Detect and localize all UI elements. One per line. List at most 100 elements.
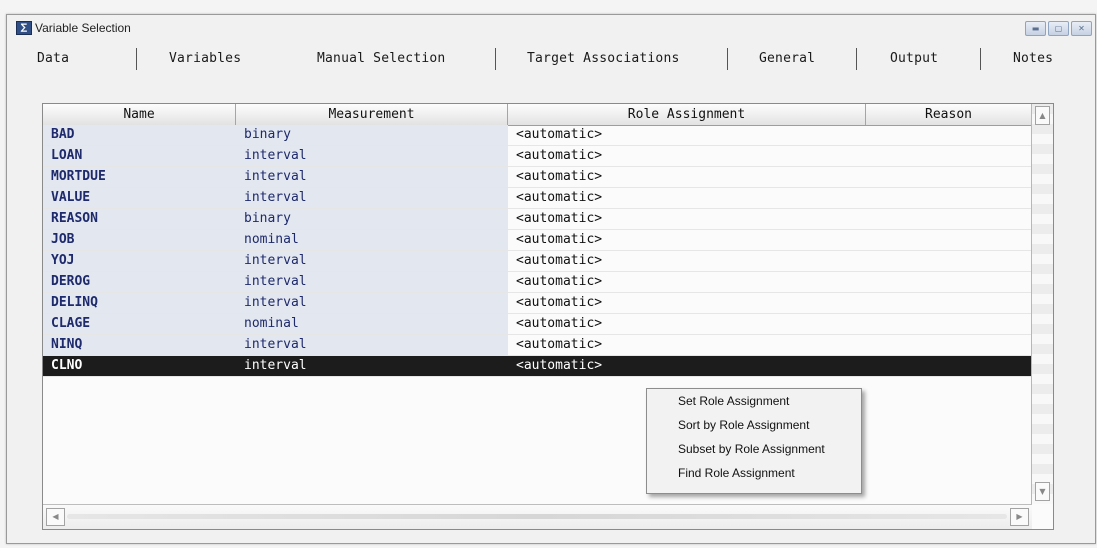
cell-measurement[interactable]: binary: [236, 209, 508, 229]
scroll-down-icon[interactable]: ▼: [1035, 482, 1050, 501]
cell-measurement[interactable]: nominal: [236, 314, 508, 334]
table-row[interactable]: DELINQ interval <automatic>: [43, 293, 1031, 314]
scroll-left-icon[interactable]: ◀: [46, 508, 65, 526]
cell-name[interactable]: YOJ: [43, 251, 236, 271]
variables-table: Name Measurement Role Assignment Reason …: [42, 103, 1054, 530]
tab-notes[interactable]: Notes: [1013, 51, 1053, 66]
cell-reason[interactable]: [866, 251, 1031, 271]
cell-measurement[interactable]: nominal: [236, 230, 508, 250]
tab-divider: [980, 48, 981, 70]
cell-reason[interactable]: [866, 188, 1031, 208]
column-header-measurement[interactable]: Measurement: [236, 104, 508, 125]
cell-name[interactable]: JOB: [43, 230, 236, 250]
cell-reason[interactable]: [866, 146, 1031, 166]
cell-measurement[interactable]: interval: [236, 146, 508, 166]
cell-role-assignment[interactable]: <automatic>: [508, 167, 866, 187]
cell-name[interactable]: VALUE: [43, 188, 236, 208]
table-row[interactable]: NINQ interval <automatic>: [43, 335, 1031, 356]
tab-divider: [136, 48, 137, 70]
scroll-up-icon[interactable]: ▲: [1035, 106, 1050, 125]
cell-name[interactable]: NINQ: [43, 335, 236, 355]
cell-reason[interactable]: [866, 209, 1031, 229]
close-button[interactable]: ✕: [1071, 21, 1092, 36]
menu-item-subset-by-role-assignment[interactable]: Subset by Role Assignment: [647, 442, 861, 466]
cell-reason[interactable]: [866, 293, 1031, 313]
table-row[interactable]: MORTDUE interval <automatic>: [43, 167, 1031, 188]
tab-divider: [856, 48, 857, 70]
tab-manual-selection[interactable]: Manual Selection: [317, 51, 445, 66]
cell-name[interactable]: CLNO: [43, 356, 236, 376]
cell-reason[interactable]: [866, 167, 1031, 187]
scroll-right-icon[interactable]: ▶: [1010, 508, 1029, 526]
tab-variables[interactable]: Variables: [169, 51, 241, 66]
cell-measurement[interactable]: interval: [236, 188, 508, 208]
vertical-scrollbar[interactable]: ▲ ▼: [1031, 104, 1053, 504]
table-row[interactable]: VALUE interval <automatic>: [43, 188, 1031, 209]
table-row[interactable]: CLNO interval <automatic>: [43, 356, 1031, 377]
tab-divider: [495, 48, 496, 70]
close-icon: ✕: [1078, 24, 1085, 33]
tab-general[interactable]: General: [759, 51, 815, 66]
table-row[interactable]: YOJ interval <automatic>: [43, 251, 1031, 272]
cell-measurement[interactable]: interval: [236, 293, 508, 313]
cell-name[interactable]: CLAGE: [43, 314, 236, 334]
window-title: Variable Selection: [35, 21, 131, 35]
title-bar: ∑ Variable Selection ▬ ▢ ✕: [7, 15, 1095, 41]
cell-role-assignment[interactable]: <automatic>: [508, 188, 866, 208]
cell-name[interactable]: BAD: [43, 125, 236, 145]
horizontal-scroll-track[interactable]: [67, 514, 1007, 519]
cell-name[interactable]: REASON: [43, 209, 236, 229]
horizontal-scrollbar[interactable]: ◀ ▶: [43, 504, 1032, 529]
table-row[interactable]: JOB nominal <automatic>: [43, 230, 1031, 251]
cell-name[interactable]: MORTDUE: [43, 167, 236, 187]
cell-role-assignment[interactable]: <automatic>: [508, 314, 866, 334]
cell-measurement[interactable]: interval: [236, 356, 508, 376]
table-header: Name Measurement Role Assignment Reason: [43, 104, 1031, 126]
tab-output[interactable]: Output: [890, 51, 938, 66]
minimize-button[interactable]: ▬: [1025, 21, 1046, 36]
cell-role-assignment[interactable]: <automatic>: [508, 335, 866, 355]
cell-role-assignment[interactable]: <automatic>: [508, 356, 866, 376]
column-header-name[interactable]: Name: [43, 104, 236, 125]
cell-measurement[interactable]: interval: [236, 251, 508, 271]
table-row[interactable]: DEROG interval <automatic>: [43, 272, 1031, 293]
cell-reason[interactable]: [866, 272, 1031, 292]
cell-reason[interactable]: [866, 125, 1031, 145]
column-header-reason[interactable]: Reason: [866, 104, 1031, 125]
cell-role-assignment[interactable]: <automatic>: [508, 251, 866, 271]
cell-name[interactable]: DEROG: [43, 272, 236, 292]
cell-role-assignment[interactable]: <automatic>: [508, 146, 866, 166]
cell-reason[interactable]: [866, 356, 1031, 376]
tab-data[interactable]: Data: [37, 51, 69, 66]
cell-role-assignment[interactable]: <automatic>: [508, 272, 866, 292]
window-controls: ▬ ▢ ✕: [1025, 21, 1092, 36]
cell-reason[interactable]: [866, 335, 1031, 355]
cell-reason[interactable]: [866, 314, 1031, 334]
cell-name[interactable]: DELINQ: [43, 293, 236, 313]
cell-role-assignment[interactable]: <automatic>: [508, 125, 866, 145]
menu-item-sort-by-role-assignment[interactable]: Sort by Role Assignment: [647, 418, 861, 442]
table-row[interactable]: BAD binary <automatic>: [43, 125, 1031, 146]
sas-window-icon: ∑: [16, 21, 32, 35]
tab-target-associations[interactable]: Target Associations: [527, 51, 680, 66]
table-row[interactable]: LOAN interval <automatic>: [43, 146, 1031, 167]
cell-reason[interactable]: [866, 230, 1031, 250]
cell-measurement[interactable]: interval: [236, 335, 508, 355]
context-menu: Set Role Assignment Sort by Role Assignm…: [646, 388, 862, 494]
cell-name[interactable]: LOAN: [43, 146, 236, 166]
maximize-icon: ▢: [1054, 24, 1063, 33]
cell-role-assignment[interactable]: <automatic>: [508, 293, 866, 313]
cell-role-assignment[interactable]: <automatic>: [508, 209, 866, 229]
table-row[interactable]: REASON binary <automatic>: [43, 209, 1031, 230]
menu-item-find-role-assignment[interactable]: Find Role Assignment: [647, 466, 861, 490]
menu-item-set-role-assignment[interactable]: Set Role Assignment: [647, 394, 861, 418]
cell-measurement[interactable]: interval: [236, 167, 508, 187]
cell-measurement[interactable]: binary: [236, 125, 508, 145]
cell-measurement[interactable]: interval: [236, 272, 508, 292]
minimize-icon: ▬: [1031, 24, 1040, 33]
table-row[interactable]: CLAGE nominal <automatic>: [43, 314, 1031, 335]
maximize-button[interactable]: ▢: [1048, 21, 1069, 36]
cell-role-assignment[interactable]: <automatic>: [508, 230, 866, 250]
tab-bar: Data Variables Manual Selection Target A…: [21, 43, 1091, 75]
column-header-role-assignment[interactable]: Role Assignment: [508, 104, 866, 125]
